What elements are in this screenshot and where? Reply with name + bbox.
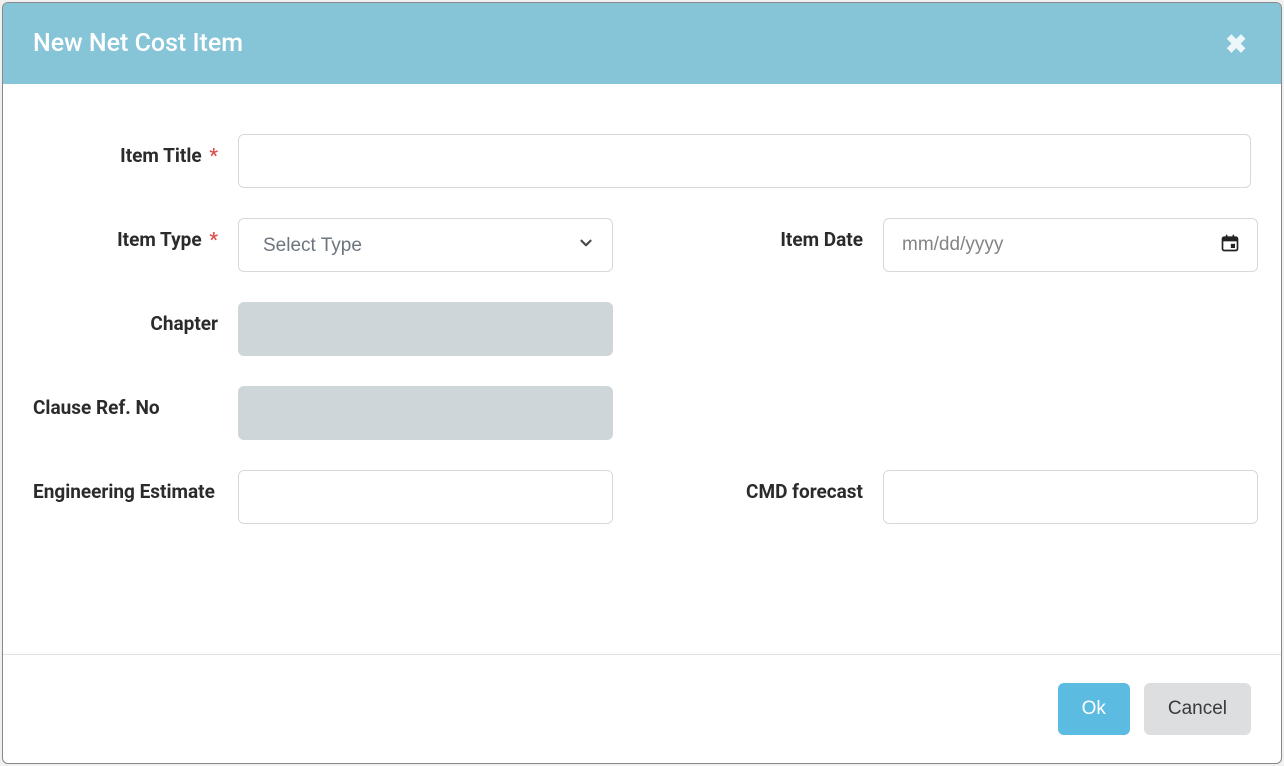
label-eng-estimate: Engineering Estimate xyxy=(33,470,218,503)
item-title-input[interactable] xyxy=(238,134,1251,188)
required-mark: * xyxy=(209,228,218,251)
date-wrapper xyxy=(883,218,1258,272)
select-wrapper-item-type: Select Type xyxy=(238,218,613,272)
group-eng-estimate: Engineering Estimate xyxy=(33,470,613,524)
group-chapter: Chapter xyxy=(33,302,613,356)
close-icon: ✖ xyxy=(1225,29,1247,59)
row-type-date: Item Type * Select Type Item Date xyxy=(33,218,1251,272)
row-estimate-forecast: Engineering Estimate CMD forecast xyxy=(33,470,1251,524)
label-chapter: Chapter xyxy=(33,302,218,335)
modal-header: New Net Cost Item ✖ xyxy=(3,3,1281,84)
cancel-button[interactable]: Cancel xyxy=(1144,683,1251,735)
label-item-type: Item Type * xyxy=(33,218,218,251)
group-item-date: Item Date xyxy=(643,218,1258,272)
label-item-title-text: Item Title xyxy=(120,144,201,167)
modal-footer: Ok Cancel xyxy=(3,654,1281,763)
label-item-date: Item Date xyxy=(643,218,863,251)
ok-button[interactable]: Ok xyxy=(1058,683,1130,735)
group-item-title: Item Title * xyxy=(33,134,1251,188)
group-clause-ref: Clause Ref. No xyxy=(33,386,613,440)
engineering-estimate-input[interactable] xyxy=(238,470,613,524)
item-date-input[interactable] xyxy=(883,218,1258,272)
required-mark: * xyxy=(209,144,218,167)
group-cmd-forecast: CMD forecast xyxy=(643,470,1258,524)
close-button[interactable]: ✖ xyxy=(1221,31,1251,57)
label-clause-ref: Clause Ref. No xyxy=(33,386,218,419)
label-item-title: Item Title * xyxy=(33,134,218,167)
group-item-type: Item Type * Select Type xyxy=(33,218,613,272)
modal-title: New Net Cost Item xyxy=(33,29,243,58)
label-item-type-text: Item Type xyxy=(117,228,202,251)
modal-body: Item Title * Item Type * Select Type xyxy=(3,84,1281,654)
new-net-cost-item-modal: New Net Cost Item ✖ Item Title * Item Ty… xyxy=(2,2,1282,764)
item-type-select[interactable]: Select Type xyxy=(238,218,613,272)
cmd-forecast-input[interactable] xyxy=(883,470,1258,524)
row-item-title: Item Title * xyxy=(33,134,1251,188)
chapter-input xyxy=(238,302,613,356)
clause-ref-input xyxy=(238,386,613,440)
row-chapter: Chapter xyxy=(33,302,1251,356)
row-clause-ref: Clause Ref. No xyxy=(33,386,1251,440)
label-cmd-forecast: CMD forecast xyxy=(643,470,863,503)
